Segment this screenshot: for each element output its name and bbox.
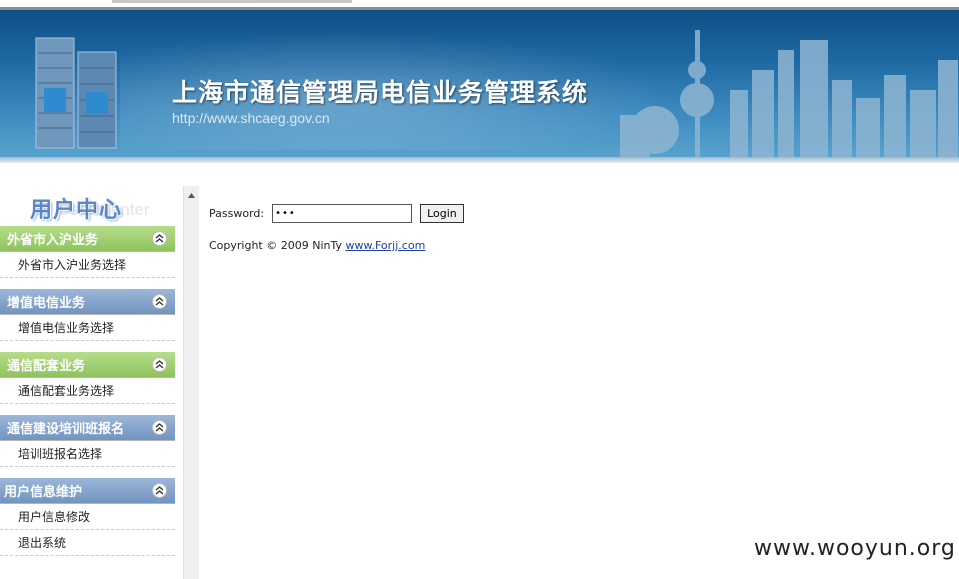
chevron-up-icon[interactable] xyxy=(152,294,167,309)
section-header-value-added[interactable]: 增值电信业务 xyxy=(0,289,175,315)
section-value-added: 增值电信业务 增值电信业务选择 xyxy=(0,289,175,341)
password-label: Password: xyxy=(209,206,265,220)
sidebar-item-out-province-select[interactable]: 外省市入沪业务选择 xyxy=(0,252,175,278)
browser-top-strip xyxy=(0,0,959,10)
chevron-up-icon[interactable] xyxy=(152,420,167,435)
main-content: Password: Login Copyright © 2009 NinTy w… xyxy=(209,203,464,252)
chevron-up-icon[interactable] xyxy=(152,483,167,498)
scroll-up-arrow-icon[interactable] xyxy=(184,188,199,202)
chevron-up-icon[interactable] xyxy=(152,357,167,372)
sidebar-item-value-added-select[interactable]: 增值电信业务选择 xyxy=(0,315,175,341)
watermark: www.wooyun.org xyxy=(754,536,956,561)
section-telecom-support: 通信配套业务 通信配套业务选择 xyxy=(0,352,175,404)
login-button[interactable]: Login xyxy=(420,203,464,223)
copyright-text: Copyright © 2009 NinTy xyxy=(209,239,346,252)
sidebar-item-edit-user-info[interactable]: 用户信息修改 xyxy=(0,504,175,530)
sidebar-item-logout[interactable]: 退出系统 xyxy=(0,530,175,556)
password-input[interactable] xyxy=(272,203,413,223)
site-url: http://www.shcaeg.gov.cn xyxy=(172,110,330,126)
city-skyline-icon xyxy=(620,30,958,160)
server-rack-icon xyxy=(35,37,117,149)
section-user-info: 用户信息维护 用户信息修改 退出系统 xyxy=(0,478,175,556)
banner-divider xyxy=(0,157,959,163)
system-title: 上海市通信管理局电信业务管理系统 xyxy=(172,78,589,107)
sidebar-item-training-select[interactable]: 培训班报名选择 xyxy=(0,441,175,467)
footer-link[interactable]: www.Forjj.com xyxy=(346,239,426,252)
login-form: Password: Login xyxy=(209,203,464,223)
sidebar-item-telecom-support-select[interactable]: 通信配套业务选择 xyxy=(0,378,175,404)
section-training: 通信建设培训班报名 培训班报名选择 xyxy=(0,415,175,467)
copyright-line: Copyright © 2009 NinTy www.Forjj.com xyxy=(209,239,464,252)
vertical-scrollbar[interactable] xyxy=(183,186,199,579)
section-header-user-info[interactable]: 用户信息维护 xyxy=(0,478,175,504)
section-header-training[interactable]: 通信建设培训班报名 xyxy=(0,415,175,441)
sidebar: User Center 用户中心 外省市入沪业务 外省市入沪业务选择 增值电信业… xyxy=(0,170,175,579)
section-out-province: 外省市入沪业务 外省市入沪业务选择 xyxy=(0,226,175,278)
user-center-title: 用户中心 xyxy=(30,198,123,223)
section-header-out-province[interactable]: 外省市入沪业务 xyxy=(0,226,175,252)
user-center-heading: User Center 用户中心 xyxy=(0,188,175,226)
header-banner: 上海市通信管理局电信业务管理系统 http://www.shcaeg.gov.c… xyxy=(0,10,959,160)
chevron-up-icon[interactable] xyxy=(152,231,167,246)
section-header-telecom-support[interactable]: 通信配套业务 xyxy=(0,352,175,378)
tab-strip xyxy=(112,0,352,3)
